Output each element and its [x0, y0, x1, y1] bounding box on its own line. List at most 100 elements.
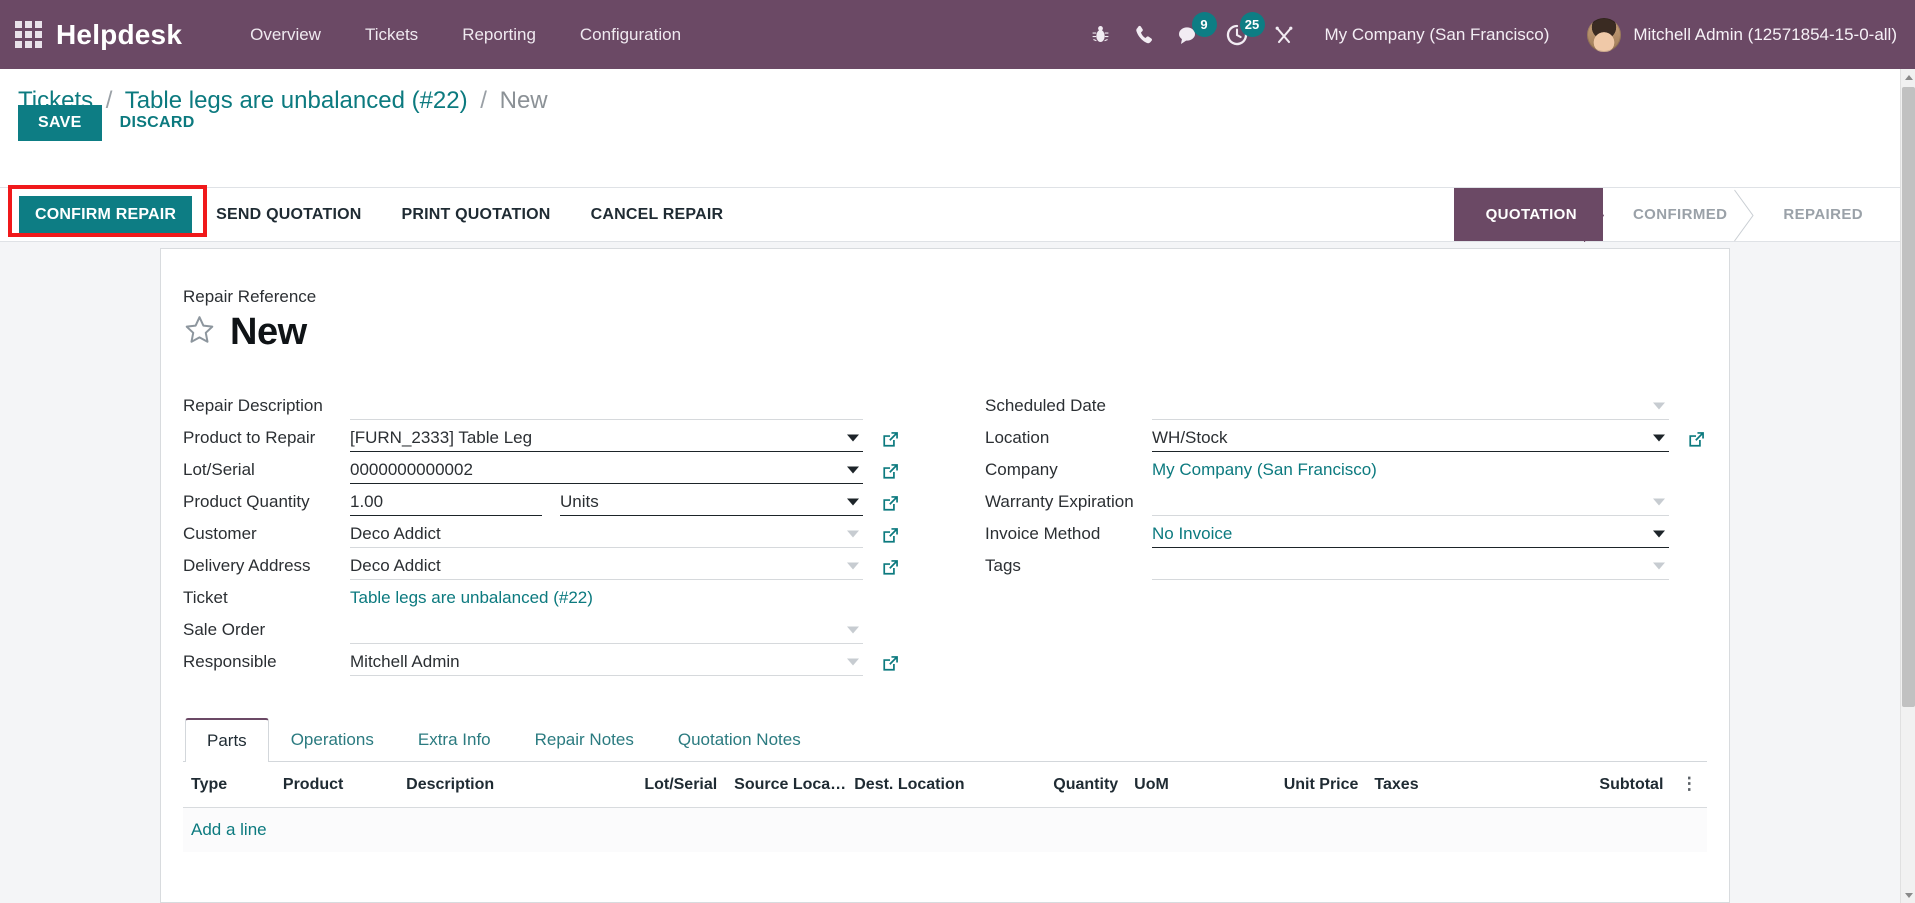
tab-operations[interactable]: Operations	[269, 718, 396, 762]
field-label: Company	[985, 460, 1058, 479]
column-header-taxes[interactable]: Taxes	[1366, 762, 1536, 808]
responsible-input[interactable]: Mitchell Admin	[350, 648, 863, 676]
nav-menu-configuration[interactable]: Configuration	[558, 0, 703, 69]
chevron-down-icon[interactable]	[847, 658, 859, 665]
tab-extra-info[interactable]: Extra Info	[396, 718, 513, 762]
tab-parts[interactable]: Parts	[185, 718, 269, 762]
star-outline-icon[interactable]	[183, 314, 216, 351]
page-scrollbar[interactable]	[1900, 69, 1915, 903]
column-header-dest-location[interactable]: Dest. Location	[846, 762, 1003, 808]
chevron-down-icon[interactable]	[847, 498, 859, 505]
scrollbar-down-button[interactable]	[1901, 887, 1915, 903]
invoice-method-select[interactable]: No Invoice	[1152, 520, 1669, 548]
add-line-cell[interactable]: Add a line	[183, 807, 1707, 852]
nav-menu-tickets[interactable]: Tickets	[343, 0, 440, 69]
save-button[interactable]: SAVE	[18, 105, 102, 141]
print-quotation-button[interactable]: PRINT QUOTATION	[386, 196, 567, 234]
activities-button[interactable]: 25	[1226, 0, 1265, 69]
scrollbar-thumb[interactable]	[1902, 87, 1915, 707]
field-value: [FURN_2333] Table Leg	[350, 427, 533, 447]
column-header-quantity[interactable]: Quantity	[1002, 762, 1127, 808]
sale-order-input[interactable]	[350, 616, 863, 644]
internal-link-icon[interactable]	[879, 494, 901, 513]
field-warranty-expiration: Warranty Expiration	[985, 484, 1707, 516]
repair-description-input[interactable]	[350, 392, 863, 420]
notebook: Parts Operations Extra Info Repair Notes…	[183, 718, 1707, 852]
debug-bug-button[interactable]	[1092, 0, 1109, 69]
internal-link-icon[interactable]	[879, 654, 901, 673]
form-statusbar: CONFIRM REPAIR SEND QUOTATION PRINT QUOT…	[0, 187, 1915, 243]
lot-serial-input[interactable]: 0000000000002	[350, 456, 863, 484]
add-line-row[interactable]: Add a line	[183, 807, 1707, 852]
chevron-down-icon[interactable]	[1653, 530, 1665, 537]
location-input[interactable]: WH/Stock	[1152, 424, 1669, 452]
field-value: Deco Addict	[350, 555, 441, 575]
chevron-down-icon[interactable]	[847, 562, 859, 569]
confirm-repair-button[interactable]: CONFIRM REPAIR	[19, 195, 193, 234]
internal-link-icon[interactable]	[879, 462, 901, 481]
chevron-down-icon[interactable]	[1653, 402, 1665, 409]
scheduled-date-input[interactable]	[1152, 392, 1669, 420]
messaging-button[interactable]: 9	[1178, 0, 1217, 69]
chevron-down-icon[interactable]	[1653, 562, 1665, 569]
column-header-type[interactable]: Type	[183, 762, 275, 808]
field-label: Scheduled Date	[985, 396, 1106, 415]
tab-quotation-notes[interactable]: Quotation Notes	[656, 718, 823, 762]
optional-columns-button[interactable]: ⋮	[1671, 762, 1707, 808]
tags-input[interactable]	[1152, 552, 1669, 580]
column-header-subtotal[interactable]: Subtotal	[1535, 762, 1672, 808]
internal-link-icon[interactable]	[1685, 430, 1707, 449]
chevron-down-icon[interactable]	[847, 466, 859, 473]
warranty-expiration-input[interactable]	[1152, 488, 1669, 516]
internal-link-icon[interactable]	[879, 526, 901, 545]
customer-input[interactable]: Deco Addict	[350, 520, 863, 548]
apps-menu-button[interactable]	[0, 0, 56, 69]
column-header-source-location[interactable]: Source Loca…	[726, 762, 847, 808]
column-header-product[interactable]: Product	[274, 762, 399, 808]
stage-arrow-icon	[1583, 188, 1604, 243]
field-value: Units	[560, 491, 599, 511]
tools-icon-button[interactable]	[1274, 0, 1294, 69]
ticket-value-link[interactable]: Table legs are unbalanced (#22)	[350, 588, 593, 612]
delivery-address-input[interactable]: Deco Addict	[350, 552, 863, 580]
uom-select[interactable]: Units	[560, 488, 863, 516]
company-value-link[interactable]: My Company (San Francisco)	[1152, 460, 1377, 484]
column-header-unit-price[interactable]: Unit Price	[1251, 762, 1367, 808]
stage-quotation[interactable]: QUOTATION	[1453, 188, 1604, 243]
internal-link-icon[interactable]	[879, 558, 901, 577]
breadcrumb-separator: /	[480, 87, 487, 114]
scroll-down-arrow-icon	[1904, 892, 1913, 898]
product-quantity-input[interactable]: 1.00	[350, 488, 542, 516]
column-header-uom[interactable]: UoM	[1126, 762, 1252, 808]
table-header-row: Type Product Description Lot/Serial Sour…	[183, 762, 1707, 808]
tab-repair-notes[interactable]: Repair Notes	[513, 718, 656, 762]
stage-confirmed[interactable]: CONFIRMED	[1603, 188, 1755, 242]
internal-link-icon[interactable]	[879, 430, 901, 449]
nav-menu-overview[interactable]: Overview	[228, 0, 343, 69]
column-header-description[interactable]: Description	[398, 762, 637, 808]
chevron-down-icon[interactable]	[847, 626, 859, 633]
voip-phone-button[interactable]	[1135, 0, 1152, 69]
chevron-down-icon[interactable]	[1653, 434, 1665, 441]
breadcrumb-item-current: New	[499, 87, 548, 114]
field-label: Location	[985, 428, 1050, 447]
discard-button[interactable]: DISCARD	[102, 105, 213, 141]
cancel-repair-button[interactable]: CANCEL REPAIR	[575, 196, 740, 234]
user-menu-button[interactable]: Mitchell Admin (12571854-15-0-all)	[1587, 17, 1897, 52]
chevron-down-icon[interactable]	[847, 530, 859, 537]
chevron-down-icon[interactable]	[847, 434, 859, 441]
scrollbar-up-button[interactable]	[1901, 69, 1915, 85]
nav-menu-reporting[interactable]: Reporting	[440, 0, 558, 69]
field-location: Location WH/Stock	[985, 420, 1707, 452]
current-company-label[interactable]: My Company (San Francisco)	[1325, 25, 1550, 45]
field-value: WH/Stock	[1152, 427, 1228, 447]
field-repair-description: Repair Description	[183, 388, 901, 420]
user-name-label: Mitchell Admin (12571854-15-0-all)	[1633, 24, 1897, 44]
send-quotation-button[interactable]: SEND QUOTATION	[200, 196, 377, 234]
product-to-repair-input[interactable]: [FURN_2333] Table Leg	[350, 424, 863, 452]
chevron-down-icon[interactable]	[1653, 498, 1665, 505]
add-a-line-link[interactable]: Add a line	[191, 820, 267, 839]
app-brand-helpdesk[interactable]: Helpdesk	[56, 19, 182, 51]
column-header-lot-serial[interactable]: Lot/Serial	[636, 762, 727, 808]
stage-repaired[interactable]: REPAIRED	[1753, 188, 1889, 241]
